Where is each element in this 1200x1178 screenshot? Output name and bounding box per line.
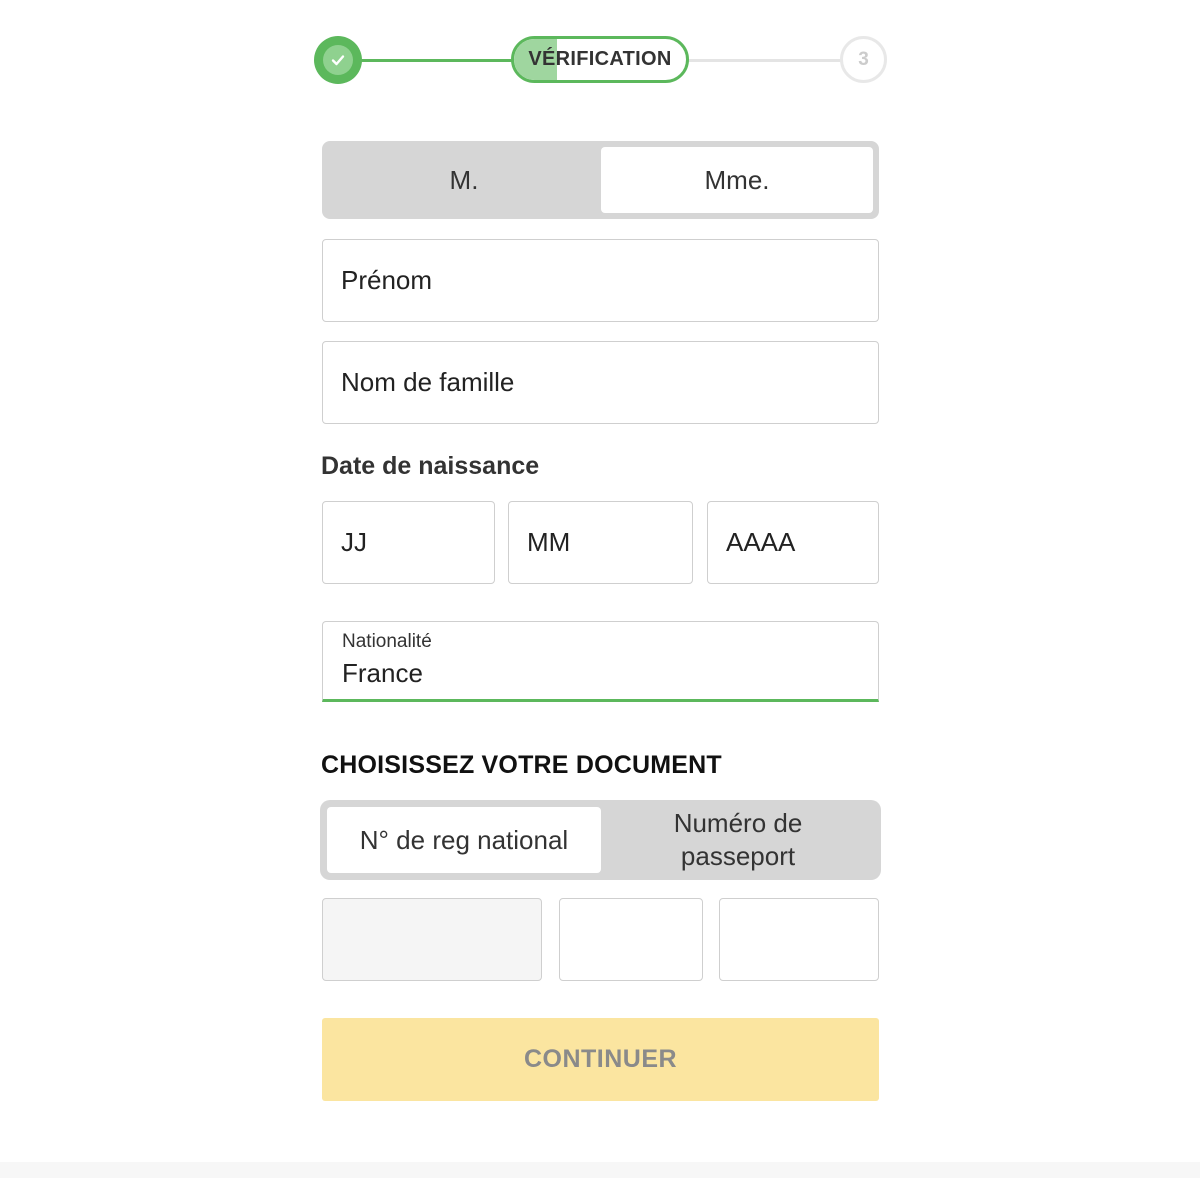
birth-month-field [508,501,693,584]
progress-stepper: VÉRIFICATION 3 [0,0,1200,120]
birth-day-field [322,501,495,584]
nationality-label: Nationalité [342,631,432,652]
birth-date-label: Date de naissance [321,452,540,480]
document-section-title: CHOISISSEZ VOTRE DOCUMENT [321,751,722,779]
check-icon [323,45,353,75]
first-name-field [322,239,879,322]
birth-month-input[interactable] [509,502,692,583]
civility-toggle: M. Mme. [322,141,879,219]
step-2-label: VÉRIFICATION [528,48,672,70]
document-number-input-3[interactable] [720,899,878,980]
continue-button[interactable]: CONTINUER [322,1018,879,1101]
step-2-current: VÉRIFICATION [511,36,689,83]
document-number-input-1[interactable] [323,899,541,980]
birth-year-input[interactable] [708,502,878,583]
nationality-value: France [342,658,423,688]
document-option-national-id[interactable]: N° de reg national [327,807,601,873]
stepper-line-pending [688,59,844,62]
last-name-field [322,341,879,424]
document-number-field-1 [322,898,542,981]
birth-year-field [707,501,879,584]
civility-option-mrs[interactable]: Mme. [601,147,873,213]
document-number-field-3 [719,898,879,981]
nationality-select[interactable]: Nationalité France [322,621,879,702]
document-number-field-2 [559,898,703,981]
first-name-input[interactable] [323,240,878,321]
document-option-passport[interactable]: Numéro de passeport [620,804,856,876]
verification-page: VÉRIFICATION 3 M. Mme. Date de naissance… [0,0,1200,1178]
birth-day-input[interactable] [323,502,494,583]
document-type-toggle: N° de reg national Numéro de passeport [320,800,881,880]
page-footer-strip [0,1162,1200,1178]
step-1-completed[interactable] [314,36,362,84]
civility-option-mr[interactable]: M. [328,147,600,213]
stepper-line-completed [360,59,516,62]
step-3-pending: 3 [840,36,887,83]
document-number-input-2[interactable] [560,899,702,980]
last-name-input[interactable] [323,342,878,423]
